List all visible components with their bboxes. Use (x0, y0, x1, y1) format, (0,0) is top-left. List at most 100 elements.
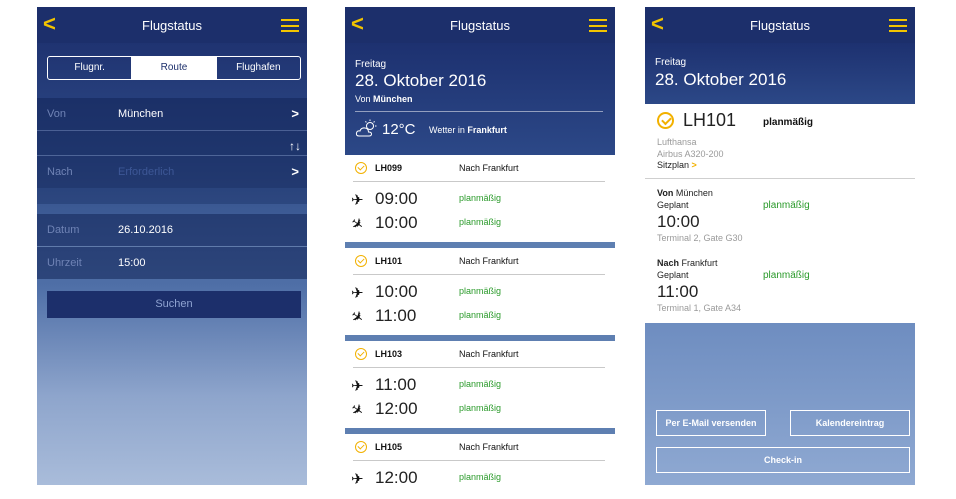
departure-row: ✈ 11:00 planmäßig (345, 372, 615, 396)
arrival-row: ✈ 10:00 planmäßig (345, 210, 615, 235)
departure-row: ✈ 09:00 planmäßig (345, 186, 615, 210)
nav-bar: < Flugstatus (645, 7, 915, 43)
date-heading: 28. Oktober 2016 (355, 71, 487, 90)
arrival-planned-label: Geplant (657, 270, 689, 280)
date-field[interactable]: Datum 26.10.2016 (37, 214, 307, 246)
seatmap-link[interactable]: Sitzplan > (657, 160, 697, 170)
form-background: Flugnr. Route Flughafen Von München > ↑↓… (37, 43, 307, 485)
arrival-time: 11:00 (375, 306, 417, 325)
aircraft-type: Airbus A320-200 (657, 149, 724, 159)
lufthansa-crane-icon (355, 348, 367, 360)
nav-bar: < Flugstatus (37, 7, 307, 43)
time-label: Uhrzeit (47, 257, 82, 269)
flight-destination: Nach Frankfurt (459, 163, 519, 173)
takeoff-icon: ✈ (351, 471, 364, 485)
lufthansa-crane-icon (657, 112, 674, 129)
hamburger-menu-icon[interactable] (589, 19, 607, 32)
partly-cloudy-icon (355, 119, 377, 137)
arrival-status: planmäßig (459, 403, 502, 413)
divider (355, 111, 603, 112)
flight-card[interactable]: LH103 Nach Frankfurt ✈ 11:00 planmäßig ✈… (345, 341, 615, 428)
to-placeholder: Erforderlich (118, 166, 175, 178)
search-mode-tabs: Flugnr. Route Flughafen (47, 56, 301, 80)
divider (353, 460, 605, 461)
divider (353, 367, 605, 368)
flight-number: LH105 (375, 442, 403, 452)
email-button[interactable]: Per E-Mail versenden (656, 410, 766, 436)
weekday: Freitag (355, 59, 387, 70)
arrival-city: Nach Frankfurt (657, 258, 718, 268)
search-button[interactable]: Suchen (47, 291, 301, 318)
arrival-status: planmäßig (459, 217, 502, 227)
to-label: Nach (47, 166, 73, 178)
flight-search-screen: < Flugstatus Flugnr. Route Flughafen Von… (37, 7, 307, 485)
arrival-time: 10:00 (375, 213, 418, 232)
flight-card[interactable]: LH101 Nach Frankfurt ✈ 10:00 planmäßig ✈… (345, 248, 615, 335)
page-title: Flugstatus (142, 18, 202, 33)
date-label: Datum (47, 224, 80, 236)
divider (353, 274, 605, 275)
flight-number: LH101 (375, 256, 403, 266)
flight-detail-panel: LH101 planmäßig Lufthansa Airbus A320-20… (645, 104, 915, 323)
departure-time: 12:00 (375, 468, 418, 485)
takeoff-icon: ✈ (351, 192, 364, 209)
flight-destination: Nach Frankfurt (459, 349, 519, 359)
arrival-status: planmäßig (763, 270, 810, 281)
flight-card-header: LH099 Nach Frankfurt (345, 155, 615, 181)
flight-card-header: LH101 Nach Frankfurt (345, 248, 615, 274)
flight-status: planmäßig (763, 117, 814, 128)
departure-status: planmäßig (459, 193, 502, 203)
swap-arrows-icon[interactable]: ↑↓ (289, 139, 301, 153)
flight-destination: Nach Frankfurt (459, 442, 519, 452)
arrival-status: planmäßig (459, 310, 502, 320)
departure-time: 10:00 (375, 282, 418, 301)
swap-row (37, 131, 307, 155)
departure-time: 10:00 (657, 212, 700, 231)
landing-icon: ✈ (346, 399, 368, 421)
flight-card[interactable]: LH099 Nach Frankfurt ✈ 09:00 planmäßig ✈… (345, 155, 615, 242)
lufthansa-crane-icon (355, 162, 367, 174)
airline-name: Lufthansa (657, 137, 697, 147)
origin-text: Von München (355, 94, 413, 104)
chevron-right-icon: > (291, 164, 299, 179)
arrival-row: ✈ 12:00 planmäßig (345, 396, 615, 421)
from-field[interactable]: Von München > (37, 98, 307, 130)
actions-area: Per E-Mail versenden Kalendereintrag Che… (645, 323, 915, 485)
date-heading: 28. Oktober 2016 (655, 70, 787, 89)
flight-card-header: LH103 Nach Frankfurt (345, 341, 615, 367)
checkin-button[interactable]: Check-in (656, 447, 910, 473)
page-title: Flugstatus (750, 18, 810, 33)
date-value: 26.10.2016 (118, 224, 174, 236)
hamburger-menu-icon[interactable] (281, 19, 299, 32)
tab-flight-number[interactable]: Flugnr. (48, 57, 133, 79)
calendar-button[interactable]: Kalendereintrag (790, 410, 910, 436)
to-field[interactable]: Nach Erforderlich > (37, 156, 307, 188)
flight-card[interactable]: LH105 Nach Frankfurt ✈ 12:00 planmäßig (345, 434, 615, 485)
departure-status: planmäßig (459, 286, 502, 296)
temperature: 12°C (382, 121, 416, 138)
tab-airport[interactable]: Flughafen (217, 57, 300, 79)
flight-results-screen: < Flugstatus Freitag 28. Oktober 2016 Vo… (345, 7, 615, 485)
time-field[interactable]: Uhrzeit 15:00 (37, 247, 307, 279)
from-label: Von (47, 108, 66, 120)
nav-bar: < Flugstatus (345, 7, 615, 43)
departure-time: 11:00 (375, 375, 417, 394)
detail-header: Freitag 28. Oktober 2016 (645, 43, 915, 104)
weather-caption: Wetter in Frankfurt (429, 125, 507, 135)
departure-time: 09:00 (375, 189, 418, 208)
flight-number: LH101 (683, 110, 737, 130)
departure-terminal: Terminal 2, Gate G30 (657, 233, 743, 243)
flight-number: LH099 (375, 163, 403, 173)
departure-planned-label: Geplant (657, 200, 689, 210)
arrival-time: 11:00 (657, 282, 699, 301)
chevron-right-icon: > (291, 106, 299, 121)
departure-row: ✈ 10:00 planmäßig (345, 279, 615, 303)
departure-row: ✈ 12:00 planmäßig (345, 465, 615, 485)
tab-route[interactable]: Route (132, 57, 217, 79)
hamburger-menu-icon[interactable] (889, 19, 907, 32)
arrival-time: 12:00 (375, 399, 418, 418)
lufthansa-crane-icon (355, 255, 367, 267)
lufthansa-crane-icon (355, 441, 367, 453)
results-header: Freitag 28. Oktober 2016 Von München 12°… (345, 43, 615, 155)
divider (645, 178, 915, 179)
